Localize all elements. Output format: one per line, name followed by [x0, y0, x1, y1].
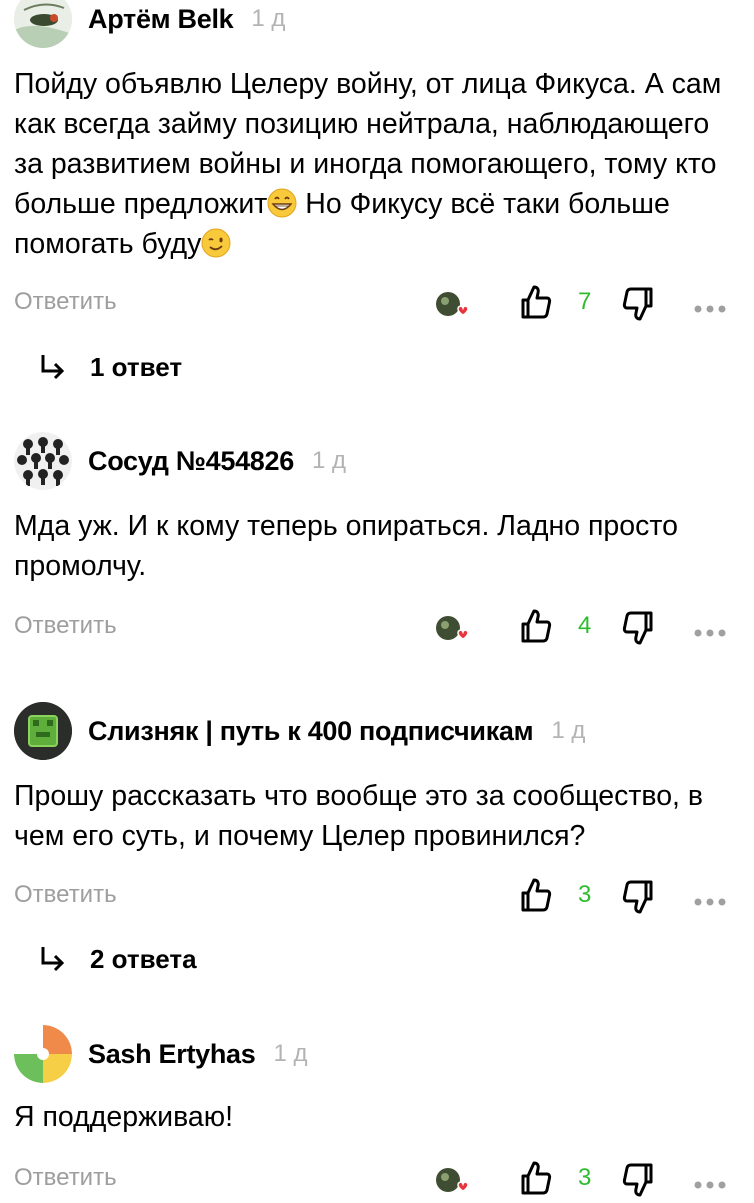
- like-count: 3: [578, 881, 592, 908]
- avatar[interactable]: [14, 0, 72, 48]
- comment-actions: Ответить 7: [0, 284, 754, 324]
- comment-actions: Ответить 3: [0, 1160, 754, 1200]
- thumbs-up-icon[interactable]: [520, 877, 552, 913]
- comment-text: Мда уж. И к кому теперь опираться. Ладно…: [14, 510, 678, 582]
- reply-button[interactable]: Ответить: [14, 612, 117, 640]
- replies-count: 1 ответ: [90, 352, 183, 382]
- comment-actions: Ответить 3: [0, 877, 754, 917]
- author-name[interactable]: Сосуд №454826: [88, 446, 294, 477]
- comment-header: Артём Belk 1 д: [14, 0, 285, 48]
- reply-arrow-icon: [41, 354, 65, 379]
- comment-text: Пойду объявлю Целеру войну, от лица Фику…: [14, 64, 740, 264]
- liked-by-avatar-icon[interactable]: [434, 290, 470, 322]
- winking-emoji: [201, 228, 231, 258]
- grinning-emoji: [267, 188, 297, 218]
- thumbs-up-icon[interactable]: [520, 1160, 552, 1196]
- more-icon[interactable]: [694, 300, 726, 313]
- replies-count: 2 ответа: [90, 944, 197, 974]
- more-icon[interactable]: [694, 624, 726, 637]
- comment-header: Слизняк | путь к 400 подписчикам 1 д: [14, 702, 585, 760]
- more-icon[interactable]: [694, 1176, 726, 1189]
- liked-by-avatar-icon[interactable]: [434, 614, 470, 646]
- author-name[interactable]: Sash Ertyhas: [88, 1039, 256, 1070]
- author-name[interactable]: Артём Belk: [88, 4, 234, 35]
- thumbs-down-icon[interactable]: [622, 879, 654, 915]
- avatar[interactable]: [14, 432, 72, 490]
- comment-age: 1 д: [311, 447, 346, 474]
- reply-button[interactable]: Ответить: [14, 288, 117, 316]
- show-replies-button[interactable]: 2 ответа: [38, 944, 197, 975]
- comment-header: Sash Ertyhas 1 д: [14, 1025, 308, 1083]
- comment-header: Сосуд №454826 1 д: [14, 432, 346, 490]
- more-icon[interactable]: [694, 893, 726, 906]
- like-count: 3: [578, 1164, 592, 1191]
- liked-by-avatar-icon[interactable]: [434, 1166, 470, 1198]
- comment-age: 1 д: [551, 717, 586, 744]
- thumbs-down-icon[interactable]: [622, 286, 654, 322]
- thumbs-down-icon[interactable]: [622, 1162, 654, 1198]
- comment-text: Я поддерживаю!: [14, 1101, 234, 1133]
- comment-age: 1 д: [273, 1040, 308, 1067]
- author-name[interactable]: Слизняк | путь к 400 подписчикам: [88, 716, 534, 747]
- reply-arrow-icon: [41, 946, 65, 971]
- reply-button[interactable]: Ответить: [14, 881, 117, 909]
- like-count: 4: [578, 612, 592, 639]
- thumbs-up-icon[interactable]: [520, 284, 552, 320]
- reply-button[interactable]: Ответить: [14, 1164, 117, 1192]
- avatar[interactable]: [14, 702, 72, 760]
- comment-text: Прошу рассказать что вообще это за сообщ…: [14, 780, 704, 852]
- avatar[interactable]: [14, 1025, 72, 1083]
- comment-age: 1 д: [251, 5, 286, 32]
- thumbs-up-icon[interactable]: [520, 608, 552, 644]
- show-replies-button[interactable]: 1 ответ: [38, 352, 182, 383]
- like-count: 7: [578, 288, 592, 315]
- thumbs-down-icon[interactable]: [622, 610, 654, 646]
- comment-actions: Ответить 4: [0, 608, 754, 648]
